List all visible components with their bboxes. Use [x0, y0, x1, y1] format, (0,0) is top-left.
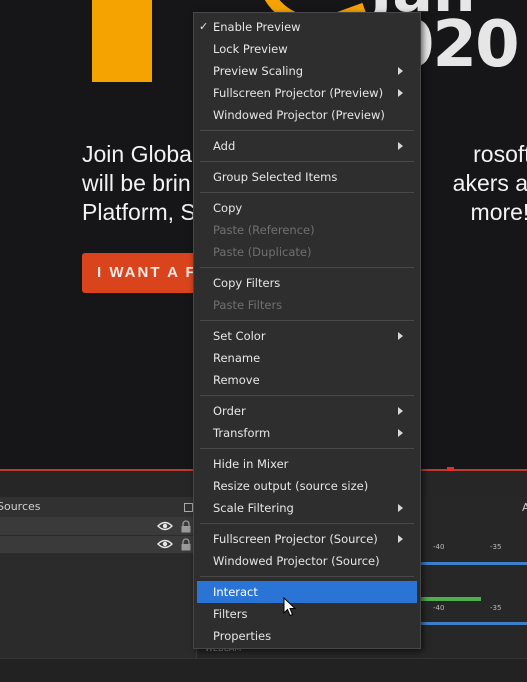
logo-shape: [92, 0, 152, 82]
menu-item-label: Hide in Mixer: [213, 457, 289, 471]
lock-icon[interactable]: [180, 538, 192, 551]
menu-item-resize-output[interactable]: Resize output (source size): [197, 475, 417, 497]
menu-item-hide-in-mixer[interactable]: Hide in Mixer: [197, 453, 417, 475]
menu-item-set-color[interactable]: Set Color: [197, 325, 417, 347]
menu-item-lock-preview[interactable]: Lock Preview: [197, 38, 417, 60]
menu-item-preview-scaling[interactable]: Preview Scaling: [197, 60, 417, 82]
menu-item-group-selected[interactable]: Group Selected Items: [197, 166, 417, 188]
menu-item-label: Preview Scaling: [213, 64, 304, 78]
volume-slider[interactable]: [421, 622, 527, 625]
menu-separator: [200, 395, 414, 396]
meter-tick: -40: [433, 604, 445, 612]
menu-item-windowed-projector-source[interactable]: Windowed Projector (Source): [197, 550, 417, 572]
submenu-arrow-icon: [398, 535, 403, 543]
menu-item-label: Group Selected Items: [213, 170, 338, 184]
source-item[interactable]: [0, 518, 196, 536]
menu-item-copy-filters[interactable]: Copy Filters: [197, 272, 417, 294]
menu-item-label: Remove: [213, 373, 260, 387]
menu-item-fullscreen-projector-preview[interactable]: Fullscreen Projector (Preview): [197, 82, 417, 104]
menu-item-paste-filters: Paste Filters: [197, 294, 417, 316]
menu-item-windowed-projector-preview[interactable]: Windowed Projector (Preview): [197, 104, 417, 126]
menu-item-label: Paste (Duplicate): [213, 245, 312, 259]
menu-separator: [200, 448, 414, 449]
menu-item-label: Transform: [213, 426, 271, 440]
lock-icon[interactable]: [180, 520, 192, 533]
menu-item-filters[interactable]: Filters: [197, 603, 417, 625]
submenu-arrow-icon: [398, 67, 403, 75]
menu-item-transform[interactable]: Transform: [197, 422, 417, 444]
menu-item-remove[interactable]: Remove: [197, 369, 417, 391]
menu-item-copy[interactable]: Copy: [197, 197, 417, 219]
meter-tick: -35: [490, 543, 502, 551]
menu-item-properties[interactable]: Properties: [197, 625, 417, 647]
menu-item-label: Lock Preview: [213, 42, 288, 56]
meter-tick: -40: [433, 543, 445, 551]
volume-slider[interactable]: [421, 562, 527, 565]
menu-separator: [200, 192, 414, 193]
mouse-cursor-icon: [283, 597, 297, 617]
menu-item-label: Fullscreen Projector (Source): [213, 532, 378, 546]
menu-item-label: Scale Filtering: [213, 501, 294, 515]
menu-item-label: Add: [213, 139, 236, 153]
float-dock-icon[interactable]: [184, 503, 193, 512]
menu-item-label: Paste Filters: [213, 298, 283, 312]
menu-separator: [200, 576, 414, 577]
menu-item-add[interactable]: Add: [197, 135, 417, 157]
menu-item-label: Copy: [213, 201, 243, 215]
eye-icon[interactable]: [157, 539, 173, 549]
menu-item-paste-reference: Paste (Reference): [197, 219, 417, 241]
audio-mixer-dock: [420, 497, 527, 661]
menu-item-fullscreen-projector-source[interactable]: Fullscreen Projector (Source): [197, 528, 417, 550]
menu-item-label: Windowed Projector (Preview): [213, 108, 385, 122]
submenu-arrow-icon: [398, 407, 403, 415]
menu-item-label: Order: [213, 404, 246, 418]
menu-separator: [200, 320, 414, 321]
sources-dock-title: Sources: [0, 500, 41, 513]
sources-dock: Sources: [0, 497, 197, 661]
context-menu: ✓ Enable Preview Lock Preview Preview Sc…: [193, 12, 421, 649]
source-item[interactable]: [0, 536, 196, 554]
audio-meter: [421, 597, 481, 601]
submenu-arrow-icon: [398, 332, 403, 340]
menu-item-rename[interactable]: Rename: [197, 347, 417, 369]
status-strip: [0, 658, 527, 682]
menu-item-label: Copy Filters: [213, 276, 281, 290]
menu-item-label: Set Color: [213, 329, 266, 343]
submenu-arrow-icon: [398, 429, 403, 437]
mixer-dock-title: A: [522, 501, 527, 514]
eye-icon[interactable]: [157, 521, 173, 531]
menu-item-label: Windowed Projector (Source): [213, 554, 380, 568]
menu-item-label: Fullscreen Projector (Preview): [213, 86, 384, 100]
menu-separator: [200, 523, 414, 524]
menu-item-label: Interact: [213, 585, 258, 599]
check-icon: ✓: [199, 20, 209, 33]
meter-tick: -35: [490, 604, 502, 612]
submenu-arrow-icon: [398, 504, 403, 512]
menu-item-paste-duplicate: Paste (Duplicate): [197, 241, 417, 263]
menu-separator: [200, 267, 414, 268]
menu-item-label: Rename: [213, 351, 261, 365]
menu-item-order[interactable]: Order: [197, 400, 417, 422]
menu-item-enable-preview[interactable]: ✓ Enable Preview: [197, 16, 417, 38]
menu-separator: [200, 161, 414, 162]
submenu-arrow-icon: [398, 89, 403, 97]
menu-item-label: Filters: [213, 607, 248, 621]
menu-item-label: Resize output (source size): [213, 479, 369, 493]
menu-item-label: Enable Preview: [213, 20, 301, 34]
sources-dock-header: Sources: [0, 497, 196, 518]
menu-item-label: Paste (Reference): [213, 223, 315, 237]
menu-separator: [200, 130, 414, 131]
menu-item-scale-filtering[interactable]: Scale Filtering: [197, 497, 417, 519]
menu-item-interact[interactable]: Interact: [197, 581, 417, 603]
submenu-arrow-icon: [398, 142, 403, 150]
menu-item-label: Properties: [213, 629, 272, 643]
